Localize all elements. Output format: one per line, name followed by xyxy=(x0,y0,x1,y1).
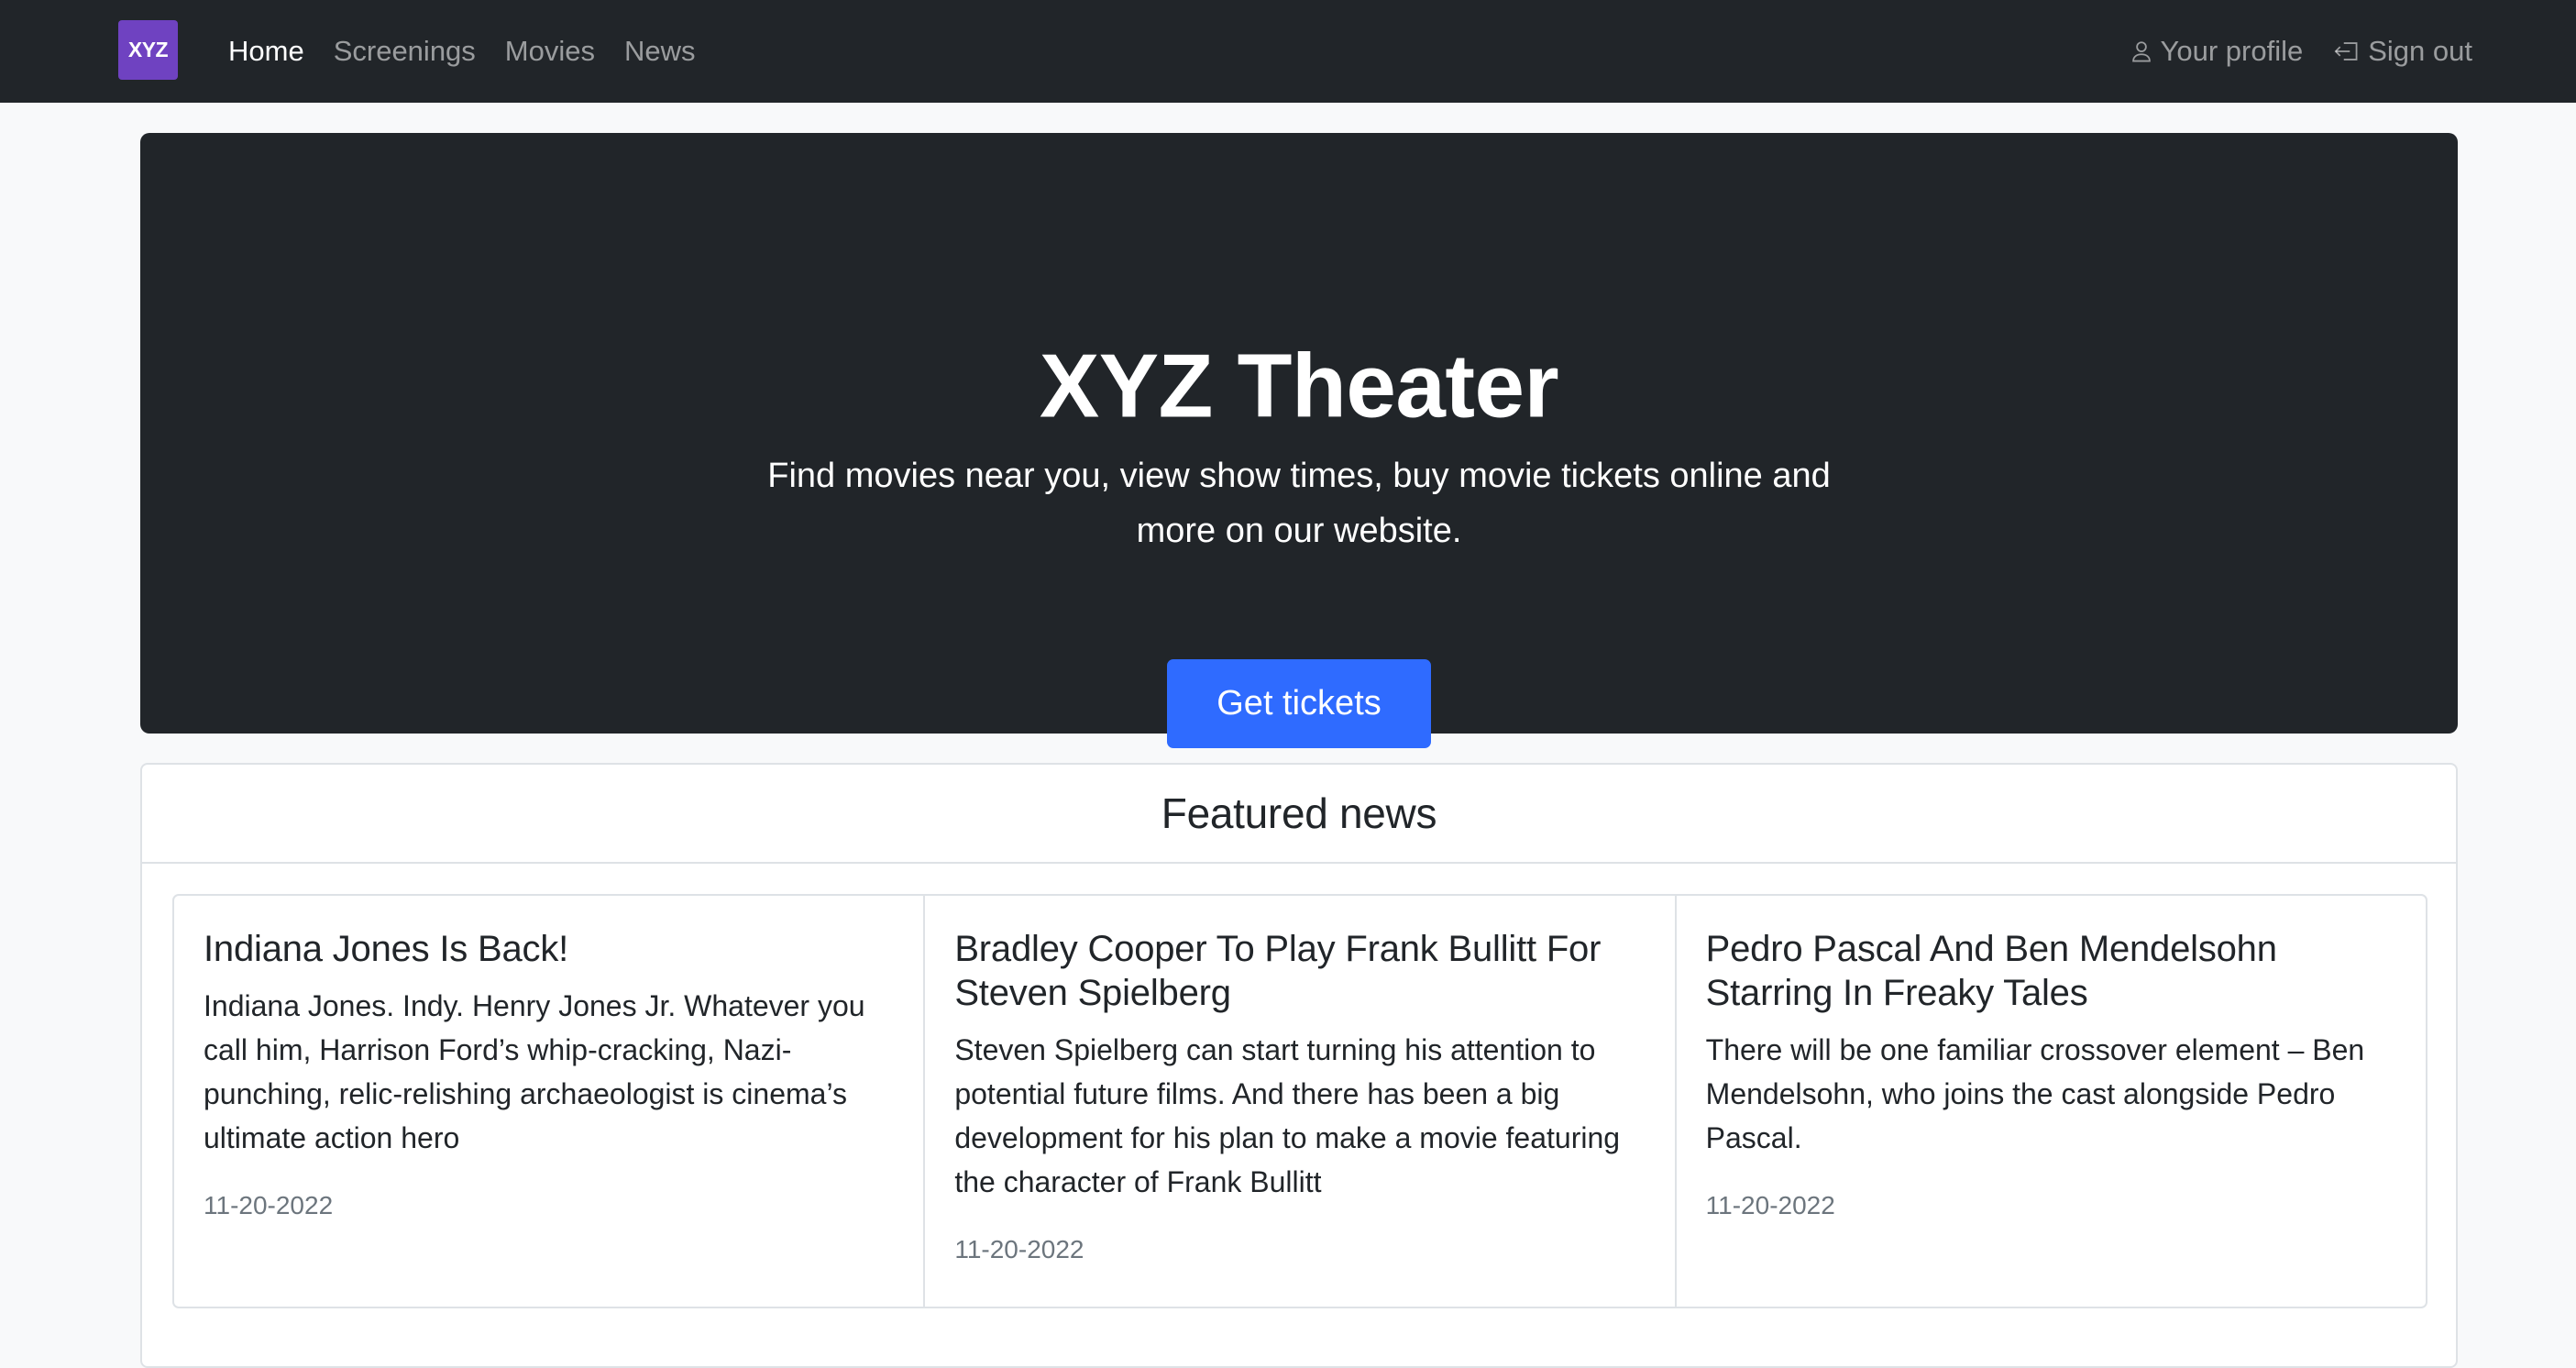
main-nav: Home Screenings Movies News xyxy=(228,0,696,103)
user-nav: Your profile Sign out xyxy=(2130,0,2472,103)
news-item[interactable]: Pedro Pascal And Ben Mendelsohn Starring… xyxy=(1677,896,2426,1307)
news-item-date: 11-20-2022 xyxy=(954,1235,1084,1263)
news-item-text: There will be one familiar crossover ele… xyxy=(1705,1033,2365,1154)
nav-link-movies[interactable]: Movies xyxy=(505,35,595,68)
top-navbar: XYZ Home Screenings Movies News Your pro… xyxy=(0,0,2576,103)
hero-banner: XYZ Theater Find movies near you, view s… xyxy=(140,133,2458,748)
user-icon xyxy=(2130,39,2153,63)
news-item-title[interactable]: Bradley Cooper To Play Frank Bullitt For… xyxy=(954,927,1645,1015)
featured-news-heading: Featured news xyxy=(1161,789,1437,837)
nav-link-home[interactable]: Home xyxy=(228,35,304,68)
news-item-text: Steven Spielberg can start turning his a… xyxy=(954,1033,1621,1198)
news-card-group: Indiana Jones Is Back! Indiana Jones. In… xyxy=(172,894,2427,1308)
nav-link-screenings[interactable]: Screenings xyxy=(334,35,476,68)
nav-link-news[interactable]: News xyxy=(624,35,696,68)
hero-subtitle: Find movies near you, view show times, b… xyxy=(767,457,1831,550)
news-item-title[interactable]: Pedro Pascal And Ben Mendelsohn Starring… xyxy=(1706,927,2396,1015)
news-item-date: 11-20-2022 xyxy=(1705,1191,1835,1219)
news-item[interactable]: Bradley Cooper To Play Frank Bullitt For… xyxy=(925,896,1677,1307)
your-profile-label: Your profile xyxy=(2160,35,2304,67)
sign-out-link[interactable]: Sign out xyxy=(2333,35,2472,68)
sign-out-label: Sign out xyxy=(2368,35,2472,67)
brand-logo[interactable]: XYZ xyxy=(118,20,178,80)
news-item-date: 11-20-2022 xyxy=(204,1191,334,1219)
featured-news-card: Featured news Indiana Jones Is Back! Ind… xyxy=(140,763,2458,1368)
get-tickets-button[interactable]: Get tickets xyxy=(1167,659,1431,748)
your-profile-link[interactable]: Your profile xyxy=(2130,35,2304,68)
news-item[interactable]: Indiana Jones Is Back! Indiana Jones. In… xyxy=(174,896,926,1307)
sign-out-icon xyxy=(2333,39,2361,63)
news-item-title[interactable]: Indiana Jones Is Back! xyxy=(204,927,894,971)
hero-title: XYZ Theater xyxy=(1039,335,1559,436)
news-item-text: Indiana Jones. Indy. Henry Jones Jr. Wha… xyxy=(204,989,865,1154)
featured-news-header: Featured news xyxy=(142,765,2456,864)
